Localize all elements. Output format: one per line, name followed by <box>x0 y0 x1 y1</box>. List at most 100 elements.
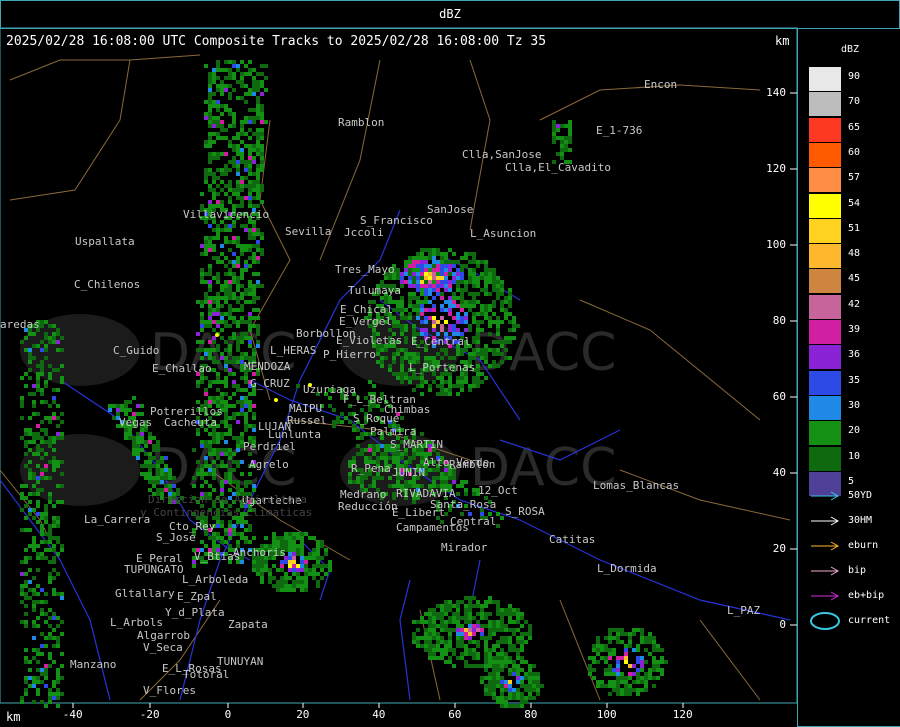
place-label: E_Violetas <box>336 334 403 347</box>
place-label: L_PAZ <box>727 604 761 617</box>
place-label: y Contingencias Climaticas <box>140 506 313 519</box>
place-label: Santa_Rosa <box>430 498 497 511</box>
legend-swatch <box>809 294 841 319</box>
legend-swatch <box>809 218 841 243</box>
place-label: P_Hierro <box>323 348 376 361</box>
legend-swatch-label: 5 <box>848 475 855 487</box>
place-label: Ramblon <box>449 458 496 471</box>
legend-title: dBZ <box>841 44 860 55</box>
place-label: L_HERAS <box>270 344 317 357</box>
legend-track-label: eb+bip <box>848 590 885 601</box>
legend-swatch-label: 35 <box>848 374 861 386</box>
map-title: 2025/02/28 16:08:00 UTC Composite Tracks… <box>6 34 547 49</box>
place-label: Tres_Mayo <box>335 263 395 276</box>
place-label: S_Jose <box>156 531 196 544</box>
place-label: Catitas <box>549 533 596 546</box>
place-label: Encon <box>644 78 678 91</box>
place-label: Tulumaya <box>348 284 401 297</box>
place-label: MENDOZA <box>244 360 291 373</box>
place-label: Clla,El_Cavadito <box>505 161 611 174</box>
place-label: V_Flores <box>143 684 196 697</box>
legend-track-label: 30HM <box>848 515 873 526</box>
legend-swatch <box>809 421 841 446</box>
place-label: TUPUNGATO <box>124 563 184 576</box>
place-label: S_ROSA <box>505 505 545 518</box>
place-label: Y_d_Plata <box>165 606 225 619</box>
place-label: E_L_Rosas <box>162 662 222 675</box>
legend-swatch-label: 70 <box>848 96 861 108</box>
place-label: C_Guido <box>113 344 160 357</box>
place-label: Direccion de Agricultura <box>148 493 307 506</box>
units-label-bottom: km <box>6 710 21 724</box>
track-arrow-icon <box>811 591 840 601</box>
legend-swatch <box>809 193 841 218</box>
y-tick-label: 140 <box>766 86 786 99</box>
place-label: V_Btias <box>194 550 241 563</box>
x-tick-label: 60 <box>448 708 462 721</box>
track-arrow-icon <box>811 566 840 576</box>
legend-swatch <box>809 67 841 91</box>
place-label: Perdriel <box>243 440 296 453</box>
place-label: E_Zpal <box>177 590 217 603</box>
place-label: L_Asuncion <box>470 227 537 240</box>
track-ellipse-icon <box>810 612 840 630</box>
place-label: Manzano <box>70 658 117 671</box>
place-label: JUNIN <box>392 466 426 479</box>
place-label: L_Arboleda <box>182 573 249 586</box>
y-tick-label: 100 <box>766 238 786 251</box>
place-label: Russel <box>287 414 327 427</box>
place-label: Vegas <box>119 416 153 429</box>
place-label: V_Seca <box>143 641 183 654</box>
place-label: Cacheuta <box>164 416 217 429</box>
place-label: E_1-736 <box>596 124 643 137</box>
place-label: E_Challao <box>152 362 212 375</box>
place-label: Uspallata <box>75 235 135 248</box>
legend-swatch-label: 60 <box>848 146 861 158</box>
place-label: Mirador <box>441 541 488 554</box>
x-tick-label: -40 <box>62 708 83 721</box>
legend-track-label: 50YD <box>848 490 873 501</box>
place-label: L_Portenas <box>409 361 476 374</box>
legend-swatch <box>809 142 841 167</box>
legend-swatch-label: 45 <box>848 273 861 285</box>
units-label-top: km <box>775 34 790 48</box>
legend-track-label: bip <box>848 565 867 576</box>
radar-window: dBZ DACC DACC DACC DACC <box>0 0 900 727</box>
y-tick-label: 0 <box>779 618 786 631</box>
x-tick-label: 20 <box>296 708 310 721</box>
legend-swatch <box>809 345 841 370</box>
y-tick-label: 20 <box>772 542 786 555</box>
x-tick-label: -20 <box>139 708 160 721</box>
x-tick-label: 80 <box>524 708 538 721</box>
legend-swatch <box>809 244 841 269</box>
x-tick-label: 100 <box>596 708 617 721</box>
track-arrow-icon <box>811 516 840 526</box>
place-label: E_Central <box>411 335 471 348</box>
legend-swatch <box>809 168 841 193</box>
x-tick-label: 0 <box>224 708 232 721</box>
place-label: SanJose <box>427 203 474 216</box>
y-tick-label: 60 <box>772 390 786 403</box>
legend-swatch-label: 39 <box>848 324 861 335</box>
place-label: L_Arbols <box>110 616 163 629</box>
place-label: TUNUYAN <box>217 655 264 668</box>
legend-track-label: current <box>848 615 891 626</box>
legend-swatch-label: 20 <box>848 425 861 437</box>
place-label: aredas <box>0 318 40 331</box>
legend-swatch-label: 65 <box>848 121 861 133</box>
place-label: Villavicencio <box>183 208 270 221</box>
legend-track-label: eburn <box>848 540 879 551</box>
x-tick-label: 40 <box>372 708 386 721</box>
place-label: S_MARTIN <box>390 438 443 451</box>
legend-swatch <box>809 370 841 395</box>
place-label: G_CRUZ <box>250 377 290 390</box>
place-label: Palmira <box>370 425 417 438</box>
y-tick-label: 120 <box>766 162 786 175</box>
track-point <box>215 333 219 337</box>
place-label: Agrelo <box>249 458 289 471</box>
legend-swatch <box>809 92 841 117</box>
legend-swatch-label: 36 <box>848 349 861 361</box>
y-tick-label: 80 <box>772 314 786 327</box>
legend-swatch <box>809 117 841 142</box>
place-label: C_Chilenos <box>74 278 141 291</box>
